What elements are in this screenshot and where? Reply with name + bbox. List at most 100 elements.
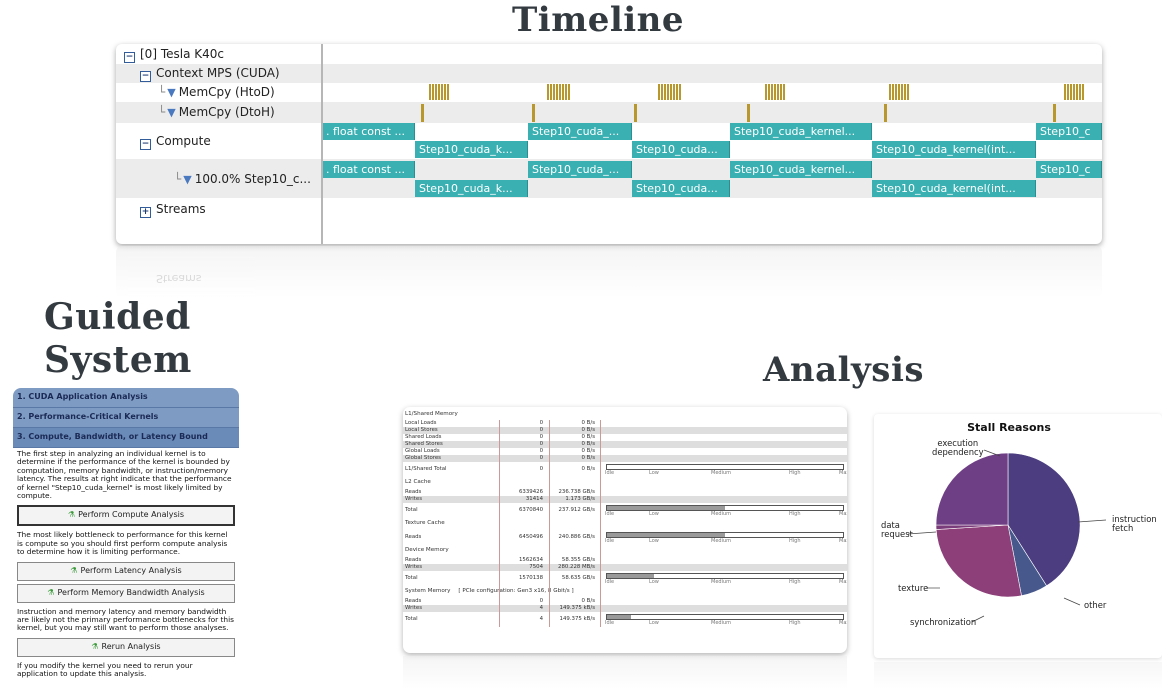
- section-header-bound[interactable]: 3. Compute, Bandwidth, or Latency Bound: [13, 428, 239, 448]
- kernel-block[interactable]: Step10_cuda_k...: [415, 180, 528, 197]
- metric-count: 0: [539, 434, 543, 440]
- metric-count: 4: [539, 605, 543, 611]
- compute-row[interactable]: − Compute . float const ... Step10_cuda_k…: [116, 123, 1102, 159]
- guided-heading-line1: Guided: [44, 296, 191, 338]
- kernel-row-label: 100.0% Step10_c...: [194, 172, 311, 186]
- device-row[interactable]: − [0] Tesla K40c: [116, 44, 1102, 64]
- scale-label: Low: [649, 579, 659, 585]
- kernel-block[interactable]: Step10_cuda_...: [528, 161, 632, 178]
- button-label: Perform Compute Analysis: [78, 510, 185, 520]
- intro-text: The first step in analyzing an individua…: [17, 449, 232, 501]
- metric-name: Reads: [405, 598, 422, 604]
- metric-row: Writes 4 149.375 kB/s: [403, 605, 847, 612]
- metric-name: Writes: [405, 605, 423, 611]
- compute-label: Compute: [156, 134, 211, 148]
- kernel-block[interactable]: Step10_cuda...: [632, 141, 730, 158]
- section-note: [ PCIe configuration: Gen3 x16, 8 Gbit/s…: [458, 588, 574, 594]
- kernel-block[interactable]: Step10_cuda_...: [528, 123, 632, 140]
- metric-count: 7504: [529, 564, 543, 570]
- perform-latency-analysis-button[interactable]: ⚗ Perform Latency Analysis: [17, 561, 235, 581]
- kernel-block[interactable]: Step10_cuda...: [632, 180, 730, 197]
- scale-label: Medium: [711, 620, 731, 626]
- metric-name: Total: [405, 616, 418, 622]
- section-header-application[interactable]: 1. CUDA Application Analysis: [13, 388, 239, 408]
- metric-row: Reads 6339426 236.738 GB/s: [403, 489, 847, 496]
- memcpy-dtoh-row[interactable]: └ ▼ MemCpy (DtoH): [116, 102, 1102, 123]
- metric-count: 1570138: [518, 575, 543, 581]
- scale-label: Medium: [711, 511, 731, 517]
- perform-compute-analysis-button[interactable]: ⚗ Perform Compute Analysis: [17, 505, 235, 527]
- analysis-icon: ⚗: [67, 510, 76, 520]
- context-row[interactable]: − Context MPS (CUDA): [116, 64, 1102, 83]
- button-label: Perform Memory Bandwidth Analysis: [57, 587, 205, 597]
- memcpy-dtoh-block[interactable]: [634, 104, 637, 122]
- kernel-block[interactable]: Step10_cuda_kernel...: [730, 123, 872, 140]
- reflection-text: Streams: [156, 272, 202, 285]
- label-instruction-fetch: instruction fetch: [1112, 515, 1157, 533]
- metric-name: Reads: [405, 534, 422, 540]
- memcpy-dtoh-block[interactable]: [747, 104, 750, 122]
- kernel-block[interactable]: Step10_cuda_kernel(int...: [872, 141, 1036, 158]
- kernel-block[interactable]: Step10_cuda_kernel(int...: [872, 180, 1036, 197]
- metric-name: Local Loads: [405, 420, 437, 426]
- section-header-kernels[interactable]: 2. Performance-Critical Kernels: [13, 408, 239, 428]
- memory-metrics-panel: L1/Shared Memory Local Loads 0 0 B/s Local …: [403, 407, 847, 653]
- memcpy-htod-block[interactable]: [429, 84, 450, 100]
- metric-row: Local Loads 0 0 B/s: [403, 420, 847, 427]
- kernel-row[interactable]: └ ▼ 100.0% Step10_c... . float const ... S…: [116, 159, 1102, 198]
- metric-row: Global Stores 0 0 B/s: [403, 455, 847, 462]
- kernel-block[interactable]: Step10_cuda_k...: [415, 141, 528, 158]
- perform-memory-bandwidth-analysis-button[interactable]: ⚗ Perform Memory Bandwidth Analysis: [17, 583, 235, 603]
- metric-rate: 237.912 GB/s: [558, 507, 595, 513]
- memcpy-htod-block[interactable]: [658, 84, 682, 100]
- kernel-block[interactable]: . float const ...: [322, 123, 415, 140]
- tree-divider[interactable]: [321, 44, 323, 244]
- memcpy-dtoh-block[interactable]: [884, 104, 887, 122]
- memcpy-dtoh-block[interactable]: [1053, 104, 1056, 122]
- label-other: other: [1084, 600, 1107, 610]
- memcpy-htod-block[interactable]: [1064, 84, 1085, 100]
- metric-rate: 0 B/s: [581, 455, 595, 461]
- memcpy-htod-block[interactable]: [547, 84, 571, 100]
- memcpy-dtoh-label: MemCpy (DtoH): [178, 105, 275, 119]
- section-title: Device Memory: [405, 547, 449, 553]
- scale-label: High: [789, 579, 801, 585]
- pie-slice-other: [935, 524, 1022, 598]
- scale-label: Max: [839, 579, 847, 585]
- expand-icon[interactable]: +: [140, 207, 151, 218]
- metric-row: Shared Loads 0 0 B/s: [403, 434, 847, 441]
- metric-rate: 236.738 GB/s: [558, 489, 595, 495]
- metric-rate: 0 B/s: [581, 427, 595, 433]
- filter-icon: ▼: [183, 173, 192, 186]
- section-title: L2 Cache: [405, 479, 431, 485]
- metric-rate: 1.173 GB/s: [565, 496, 595, 502]
- kernel-block[interactable]: Step10_c: [1036, 161, 1102, 178]
- utilization-fill: [607, 574, 655, 578]
- metric-name: L1/Shared Total: [405, 466, 447, 472]
- collapse-icon[interactable]: −: [140, 71, 151, 82]
- timeline-heading: Timeline: [512, 0, 685, 40]
- latency-note: Instruction and memory latency and memor…: [17, 606, 235, 633]
- device-label: [0] Tesla K40c: [140, 47, 224, 61]
- metric-name: Writes: [405, 496, 423, 502]
- memcpy-htod-row[interactable]: └ ▼ MemCpy (HtoD): [116, 83, 1102, 102]
- timeline-reflection: Streams: [116, 246, 1102, 298]
- memcpy-htod-block[interactable]: [765, 84, 786, 100]
- rerun-analysis-button[interactable]: ⚗ Rerun Analysis: [17, 637, 235, 657]
- memcpy-dtoh-block[interactable]: [532, 104, 535, 122]
- label-line: fetch: [1112, 523, 1134, 533]
- metric-rate: 58.635 GB/s: [561, 575, 595, 581]
- kernel-block[interactable]: . float const ...: [322, 161, 415, 178]
- metric-count: 0: [539, 441, 543, 447]
- metric-total-row: Total 1570138 58.635 GB/s Idle Low Medium High…: [403, 573, 847, 585]
- analysis-icon: ⚗: [70, 565, 78, 575]
- collapse-icon[interactable]: −: [124, 52, 135, 63]
- kernel-block[interactable]: Step10_c: [1036, 123, 1102, 140]
- memcpy-htod-block[interactable]: [889, 84, 910, 100]
- collapse-icon[interactable]: −: [140, 139, 151, 150]
- guided-heading-line2: System: [44, 339, 192, 381]
- memcpy-dtoh-block[interactable]: [421, 104, 424, 122]
- kernel-block[interactable]: Step10_cuda_kernel...: [730, 161, 872, 178]
- streams-row[interactable]: + Streams: [116, 198, 1102, 220]
- metric-name: Shared Stores: [405, 441, 443, 447]
